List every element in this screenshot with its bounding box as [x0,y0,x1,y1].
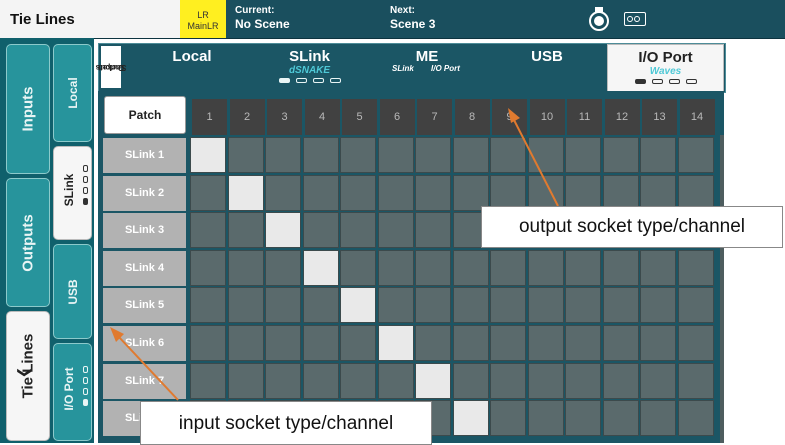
input-callout: input socket type/channel [140,401,432,445]
output-callout-text: output socket type/channel [518,216,746,237]
input-callout-text: input socket type/channel [178,413,394,434]
output-callout: output socket type/channel [481,206,783,248]
tie-lines-screen: Tie Lines LR MainLR Current: No Scene Ne… [0,0,785,445]
